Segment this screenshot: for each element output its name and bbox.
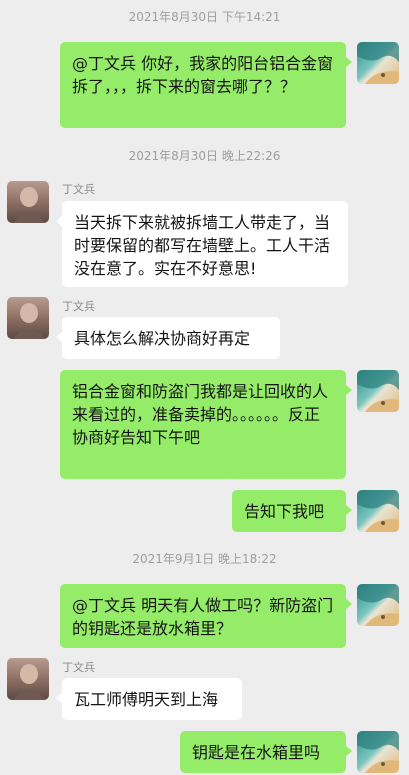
my-avatar[interactable] <box>357 731 399 773</box>
message-bubble-incoming[interactable]: 具体怎么解决协商好再定 <box>56 317 280 359</box>
message-bubble-outgoing[interactable]: @丁文兵 你好，我家的阳台铝合金窗拆了，，，拆下来的窗去哪了？？ <box>60 42 352 128</box>
message-bubble-incoming[interactable]: 当天拆下来就被拆墙工人带走了，当时要保留的都写在墙壁上。工人干活没在意了。实在不… <box>56 201 348 287</box>
message-bubble-outgoing[interactable]: 告知下我吧 <box>232 490 352 532</box>
chat-timestamp: 2021年8月30日 下午14:21 <box>128 10 281 24</box>
message-bubble-incoming[interactable]: 瓦工师傅明天到上海 <box>56 678 242 720</box>
message-bubble-outgoing[interactable]: 钥匙是在水箱里吗 <box>180 731 352 773</box>
beach-avatar-icon <box>357 490 399 532</box>
chat-timestamp: 2021年8月30日 晚上22:26 <box>128 149 281 163</box>
person-avatar-icon <box>7 181 49 223</box>
my-avatar[interactable] <box>357 490 399 532</box>
contact-avatar[interactable] <box>7 297 49 339</box>
message-bubble-outgoing[interactable]: @丁文兵 明天有人做工吗？新防盗门的钥匙还是放水箱里？ <box>60 584 352 648</box>
my-avatar[interactable] <box>357 584 399 626</box>
message-bubble-outgoing[interactable]: 铝合金窗和防盗门我都是让回收的人来看过的，准备卖掉的。。。。。。反正协商好告知下… <box>60 370 352 479</box>
contact-avatar[interactable] <box>7 658 49 700</box>
person-avatar-icon <box>7 658 49 700</box>
my-avatar[interactable] <box>357 370 399 412</box>
contact-name: 丁文兵 <box>62 661 95 674</box>
my-avatar[interactable] <box>357 42 399 84</box>
beach-avatar-icon <box>357 731 399 773</box>
contact-name: 丁文兵 <box>62 300 95 313</box>
beach-avatar-icon <box>357 42 399 84</box>
beach-avatar-icon <box>357 584 399 626</box>
contact-name: 丁文兵 <box>62 183 95 196</box>
chat-timestamp: 2021年9月1日 晚上18:22 <box>132 552 277 566</box>
contact-avatar[interactable] <box>7 181 49 223</box>
beach-avatar-icon <box>357 370 399 412</box>
person-avatar-icon <box>7 297 49 339</box>
